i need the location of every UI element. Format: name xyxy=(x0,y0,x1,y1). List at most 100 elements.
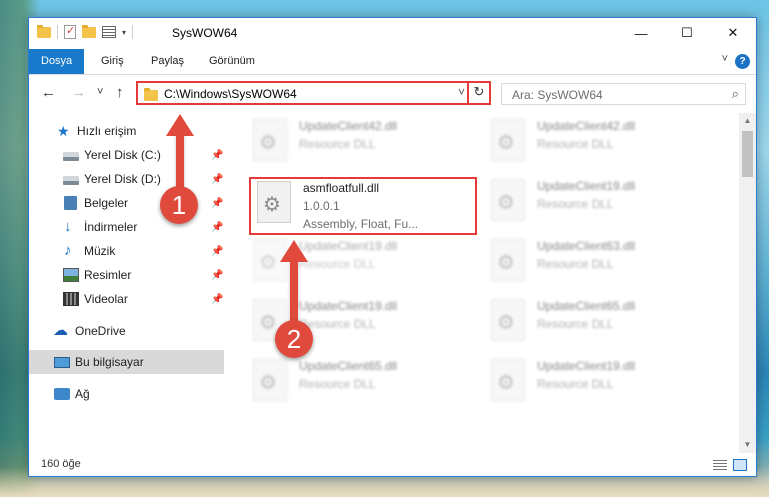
search-placeholder: Ara: SysWOW64 xyxy=(512,88,603,102)
sidebar-item-music[interactable]: ♪ Müzik 📌 xyxy=(29,239,224,263)
pin-icon: 📌 xyxy=(211,245,224,257)
sidebar-item-label: Müzik xyxy=(84,244,116,258)
quick-access-toolbar: ▾ xyxy=(37,24,134,39)
annotation-arrow-1-head xyxy=(166,114,194,136)
dll-file-icon: ⚙ xyxy=(253,119,287,161)
navigation-pane: ★ Hızlı erişim Yerel Disk (C:) 📌 Yerel D… xyxy=(29,113,224,453)
tab-share[interactable]: Paylaş xyxy=(139,49,196,74)
status-bar: 160 öğe xyxy=(29,454,756,476)
properties-icon[interactable] xyxy=(64,24,76,39)
search-icon[interactable]: ⌕ xyxy=(732,86,739,102)
toolbar-divider xyxy=(132,25,134,39)
file-tile[interactable]: ⚙ UpdateClient42.dll Resource DLL xyxy=(485,117,715,175)
music-icon: ♪ xyxy=(64,242,72,259)
pin-icon: 📌 xyxy=(211,173,224,185)
tab-home[interactable]: Giriş xyxy=(89,49,136,74)
drive-icon xyxy=(63,176,79,185)
file-tile[interactable]: ⚙ UpdateClient65.dll Resource DLL xyxy=(247,357,477,415)
dll-file-icon: ⚙ xyxy=(257,181,291,223)
file-name: UpdateClient19.dll xyxy=(537,359,636,373)
folder-icon xyxy=(144,88,158,101)
scrollbar-thumb[interactable] xyxy=(742,131,753,177)
refresh-button[interactable]: ↻ xyxy=(467,81,489,105)
pin-icon: 📌 xyxy=(211,269,224,281)
file-description: Resource DLL xyxy=(537,257,614,271)
folder-icon[interactable] xyxy=(37,24,51,38)
up-button[interactable]: ↑ xyxy=(116,84,124,101)
scroll-up-arrow-icon[interactable]: ▲ xyxy=(739,113,756,129)
file-description: Resource DLL xyxy=(537,197,614,211)
file-tile[interactable]: ⚙ UpdateClient19.dll Resource DLL xyxy=(485,357,715,415)
item-count: 160 öğe xyxy=(41,458,81,470)
close-button[interactable]: ✕ xyxy=(710,18,756,48)
file-name: UpdateClient65.dll xyxy=(299,359,398,373)
file-description: Assembly, Float, Fu... xyxy=(303,217,419,231)
sidebar-item-this-pc[interactable]: Bu bilgisayar xyxy=(29,350,224,374)
tab-view[interactable]: Görünüm xyxy=(197,49,267,74)
file-description: Resource DLL xyxy=(537,317,614,331)
dll-file-icon: ⚙ xyxy=(253,359,287,401)
documents-icon xyxy=(64,196,77,210)
file-description: Resource DLL xyxy=(299,377,376,391)
sidebar-item-label: Yerel Disk (C:) xyxy=(84,148,161,162)
forward-button[interactable]: → xyxy=(71,84,86,101)
sidebar-item-videos[interactable]: Videolar 📌 xyxy=(29,287,224,311)
sidebar-item-label: Videolar xyxy=(84,292,128,306)
back-button[interactable]: ← xyxy=(41,84,56,101)
file-description: Resource DLL xyxy=(299,137,376,151)
navigation-bar: ← → ˅ ↑ C:\Windows\SysWOW64 ˅ ↻ Ara: Sys… xyxy=(29,77,756,109)
sidebar-item-label: İndirmeler xyxy=(84,220,138,234)
sidebar-item-network[interactable]: Ağ xyxy=(29,382,224,406)
address-path[interactable]: C:\Windows\SysWOW64 xyxy=(164,87,297,101)
file-name: asmfloatfull.dll xyxy=(303,181,380,195)
minimize-button[interactable]: — xyxy=(618,18,664,48)
file-description: Resource DLL xyxy=(537,137,614,151)
window-controls: — ☐ ✕ xyxy=(618,18,756,48)
address-bar[interactable]: C:\Windows\SysWOW64 ˅ ↻ xyxy=(136,81,491,105)
sidebar-item-quick-access[interactable]: ★ Hızlı erişim xyxy=(29,119,224,143)
recent-locations-button[interactable]: ˅ xyxy=(97,86,103,98)
details-view-icon[interactable] xyxy=(713,460,727,471)
sidebar-item-onedrive[interactable]: ☁ OneDrive xyxy=(29,319,224,343)
file-name: UpdateClient42.dll xyxy=(299,119,398,133)
annotation-arrow-2-head xyxy=(280,240,308,262)
tab-file[interactable]: Dosya xyxy=(29,49,85,74)
view-options-icon[interactable] xyxy=(102,26,116,38)
annotation-arrow-2-shaft xyxy=(290,260,298,322)
file-tile-asmfloatfull[interactable]: ⚙ asmfloatfull.dll 1.0.0.1 Assembly, Flo… xyxy=(249,177,477,235)
scroll-down-arrow-icon[interactable]: ▼ xyxy=(739,437,756,453)
window-title: SysWOW64 xyxy=(172,26,238,40)
search-input[interactable]: Ara: SysWOW64 ⌕ xyxy=(501,83,746,105)
file-tile[interactable]: ⚙ UpdateClient42.dll Resource DLL xyxy=(247,117,477,175)
file-name: UpdateClient63.dll xyxy=(537,239,636,253)
pin-icon: 📌 xyxy=(211,149,224,161)
address-dropdown-chevron-icon[interactable]: ˅ xyxy=(458,85,465,99)
file-description: Resource DLL xyxy=(299,257,376,271)
sidebar-item-label: Resimler xyxy=(84,268,132,282)
sidebar-item-downloads[interactable]: ↓ İndirmeler 📌 xyxy=(29,215,224,239)
ribbon-tabs: Dosya Giriş Paylaş Görünüm ˅ ? xyxy=(29,49,756,75)
sidebar-item-pictures[interactable]: Resimler 📌 xyxy=(29,263,224,287)
file-name: UpdateClient19.dll xyxy=(299,239,398,253)
file-tile[interactable]: ⚙ UpdateClient65.dll Resource DLL xyxy=(485,297,715,355)
pin-icon: 📌 xyxy=(211,197,224,209)
annotation-step-1: 1 xyxy=(160,186,198,224)
file-tile[interactable]: ⚙ UpdateClient19.dll Resource DLL xyxy=(485,177,715,235)
tiles-view-icon[interactable] xyxy=(733,459,747,471)
maximize-button[interactable]: ☐ xyxy=(664,18,710,48)
vertical-scrollbar[interactable]: ▲ ▼ xyxy=(739,113,756,453)
dll-file-icon: ⚙ xyxy=(491,239,525,281)
sidebar-item-local-disk-d[interactable]: Yerel Disk (D:) 📌 xyxy=(29,167,224,191)
network-icon xyxy=(54,388,70,400)
pin-icon: 📌 xyxy=(211,293,224,305)
new-folder-icon[interactable] xyxy=(82,24,96,38)
explorer-window: ▾ SysWOW64 — ☐ ✕ Dosya Giriş Paylaş Görü… xyxy=(28,17,757,477)
customize-toolbar-chevron-icon[interactable]: ▾ xyxy=(122,28,126,37)
dll-file-icon: ⚙ xyxy=(491,119,525,161)
pictures-icon xyxy=(63,268,79,282)
expand-ribbon-chevron-icon[interactable]: ˅ xyxy=(722,53,728,65)
file-name: UpdateClient65.dll xyxy=(537,299,636,313)
help-button[interactable]: ? xyxy=(735,54,750,69)
sidebar-item-local-disk-c[interactable]: Yerel Disk (C:) 📌 xyxy=(29,143,224,167)
file-tile[interactable]: ⚙ UpdateClient63.dll Resource DLL xyxy=(485,237,715,295)
